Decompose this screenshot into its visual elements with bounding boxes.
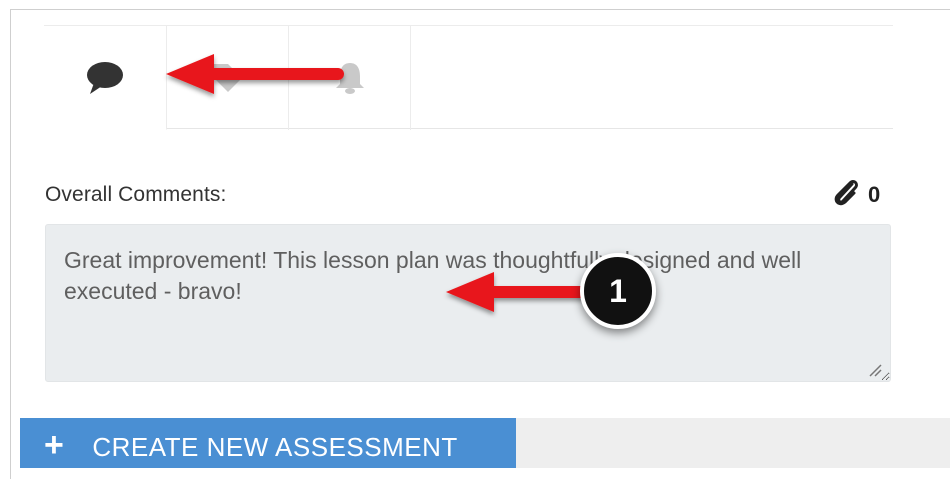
create-new-assessment-label: CREATE NEW ASSESSMENT [92,432,458,462]
create-new-assessment-button[interactable]: + CREATE NEW ASSESSMENT [20,418,516,468]
overall-comments-textarea[interactable]: Great improvement! This lesson plan was … [45,224,891,382]
overall-comments-label: Overall Comments: [45,183,227,206]
plus-icon: + [44,426,65,464]
tab-tags[interactable] [167,26,289,130]
attachments-indicator[interactable]: 0 [830,177,880,213]
attachment-count: 0 [868,182,881,207]
tab-bar [44,25,893,130]
resize-grip-icon[interactable] [868,362,882,381]
speech-bubble-icon [85,59,125,97]
bell-icon [333,60,367,96]
step-number-badge: 1 [580,253,656,329]
tab-notifications[interactable] [289,26,411,130]
tab-bar-spacer [411,26,893,130]
tab-comments[interactable] [44,26,167,130]
tag-icon [210,60,246,96]
paperclip-icon [830,177,862,213]
